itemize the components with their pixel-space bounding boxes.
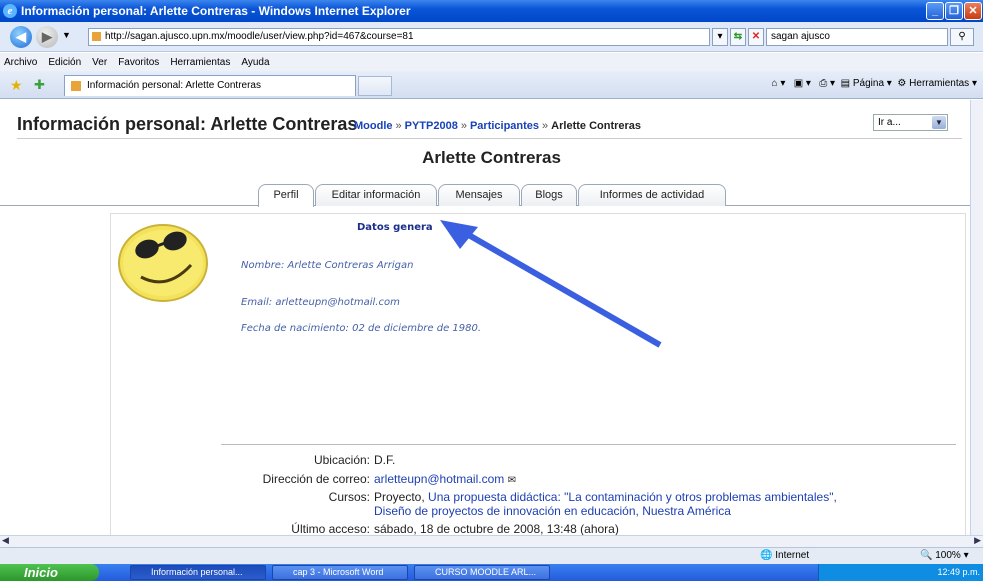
mail-icon: ✉ [507,475,516,486]
tab-informes-actividad[interactable]: Informes de actividad [578,184,726,206]
clock: 12:49 p.m. [937,567,980,577]
menu-herramientas[interactable]: Herramientas [170,57,230,68]
browser-tab-bar: ★ ✚ Información personal: Arlette Contre… [0,71,983,99]
windows-taskbar: Inicio Información personal... cap 3 - M… [0,564,983,581]
globe-icon: 🌐 [760,550,773,561]
page-heading: Información personal: Arlette Contreras [17,114,358,134]
start-button[interactable]: Inicio [0,564,99,581]
search-icon[interactable]: ⚲ [950,28,974,46]
new-tab-button[interactable] [358,76,392,96]
tab-blogs[interactable]: Blogs [521,184,577,206]
tab-mensajes[interactable]: Mensajes [438,184,520,206]
system-tray: 12:49 p.m. [818,564,983,581]
scroll-left-icon[interactable]: ◀ [2,535,9,546]
chevron-down-icon[interactable]: ▼ [932,116,946,129]
tab-editar-informacion[interactable]: Editar información [315,184,437,206]
course-link-diseno[interactable]: Diseño de proyectos de innovación en edu… [374,504,636,518]
breadcrumb-participants[interactable]: Participantes [470,120,539,132]
address-dropdown-icon[interactable]: ▾ [712,28,728,46]
email-link[interactable]: arletteupn@hotmail.com [374,472,504,486]
address-toolbar: ◀ ▶ ▼ http://sagan.ajusco.upn.mx/moodle/… [0,22,983,52]
menu-ver[interactable]: Ver [92,57,107,68]
history-dropdown-icon[interactable]: ▼ [62,30,71,40]
minimize-button[interactable]: _ [926,2,944,20]
breadcrumb: Moodle» PYTP2008» Participantes» Arlette Co… [354,120,642,132]
course-link-contaminacion[interactable]: Una propuesta didáctica: "La contaminaci… [428,490,837,504]
course-link-nuestra-america[interactable]: Nuestra América [642,504,731,518]
stop-icon[interactable]: ✕ [748,28,764,46]
horizontal-scrollbar[interactable]: ◀ ▶ [0,535,983,547]
annotation-arrow [440,220,662,348]
back-button[interactable]: ◀ [10,26,32,48]
field-email: Email: arletteupn@hotmail.com [241,297,400,308]
ie-logo-icon: e [3,4,17,18]
menu-archivo[interactable]: Archivo [4,57,37,68]
tab-perfil[interactable]: Perfil [258,184,314,207]
print-icon[interactable]: ⎙ ▾ [819,78,835,89]
ultimo-acceso-value: sábado, 18 de octubre de 2008, 13:48 (ah… [374,522,619,535]
menu-ayuda[interactable]: Ayuda [241,57,269,68]
window-title: Información personal: Arlette Contreras … [21,4,411,18]
tools-menu-button[interactable]: ⚙ Herramientas ▾ [897,78,977,89]
browser-tab-active[interactable]: Información personal: Arlette Contreras [64,75,356,96]
breadcrumb-course[interactable]: PYTP2008 [405,120,458,132]
status-bar: 🌐 Internet 🔍 100% ▾ [0,547,983,564]
field-nombre: Nombre: Arlette Contreras Arrigan [241,260,414,271]
user-full-name: Arlette Contreras [422,148,561,167]
header-divider [17,138,962,139]
search-input[interactable]: sagan ajusco [766,28,948,46]
internet-zone: 🌐 Internet [760,550,810,561]
task-ie[interactable]: Información personal... [130,565,266,580]
address-input[interactable]: http://sagan.ajusco.upn.mx/moodle/user/v… [88,28,710,46]
scroll-right-icon[interactable]: ▶ [974,535,981,546]
vertical-scrollbar[interactable] [970,100,983,536]
menu-bar: Archivo Edición Ver Favoritos Herramient… [0,53,983,71]
home-icon[interactable]: ⌂ ▾ [772,78,786,89]
ubicacion-value: D.F. [374,453,396,467]
jump-to-select[interactable]: Ir a... ▼ [873,114,948,131]
details-divider [221,444,956,445]
close-button[interactable]: ✕ [964,2,982,20]
breadcrumb-current: Arlette Contreras [551,120,642,132]
correo-value: arletteupn@hotmail.com ✉ [374,472,516,486]
task-word-2[interactable]: CURSO MOODLE ARL... [414,565,550,580]
cursos-line-1: Proyecto, Una propuesta didáctica: "La c… [374,490,837,504]
favorites-star-icon[interactable]: ★ [10,77,23,94]
add-favorite-icon[interactable]: ✚ [34,77,45,93]
menu-edicion[interactable]: Edición [48,57,81,68]
feeds-icon[interactable]: ▣ ▾ [794,78,811,89]
task-word[interactable]: cap 3 - Microsoft Word [272,565,408,580]
restore-button[interactable]: ❐ [945,2,963,20]
breadcrumb-moodle[interactable]: Moodle [354,120,393,132]
refresh-icon[interactable]: ⇆ [730,28,746,46]
forward-button[interactable]: ▶ [36,26,58,48]
row-ultimo-acceso: Último acceso: [291,522,370,535]
user-avatar [118,224,208,302]
command-bar: ⌂ ▾ ▣ ▾ ⎙ ▾ ▤ Página ▾ ⚙ Herramientas ▾ [772,78,978,89]
menu-favoritos[interactable]: Favoritos [118,57,159,68]
window-title-bar[interactable]: e Información personal: Arlette Contrera… [0,0,983,22]
zoom-level[interactable]: 🔍 100% ▾ [920,550,969,561]
page-menu-button[interactable]: ▤ Página ▾ [841,78,892,89]
cursos-line-2: Diseño de proyectos de innovación en edu… [374,504,731,518]
